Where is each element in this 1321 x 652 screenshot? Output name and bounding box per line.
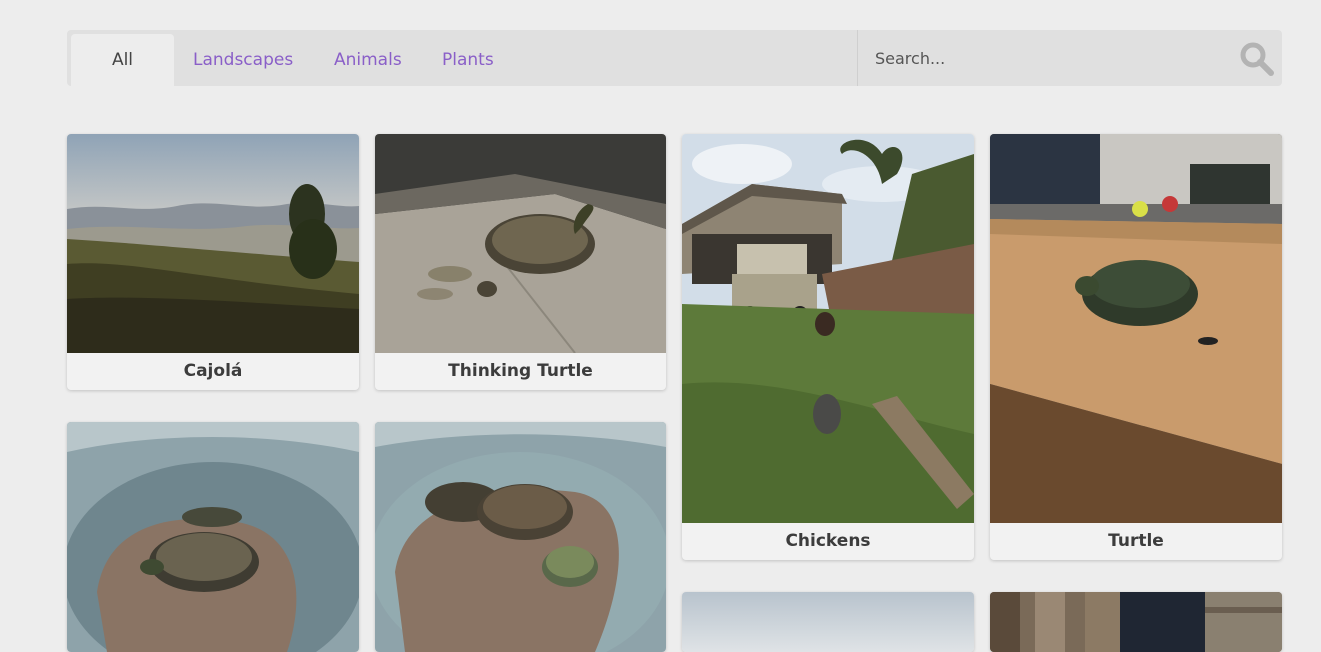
card-caption: Cajolá: [183, 361, 243, 381]
gallery-card[interactable]: Chickens: [682, 134, 974, 560]
search-input[interactable]: [858, 30, 1228, 86]
gallery-card[interactable]: [67, 422, 359, 652]
card-caption: [375, 615, 666, 652]
card-caption: [67, 615, 359, 652]
landscape-photo: [67, 134, 359, 353]
card-caption: [990, 615, 1282, 652]
tab-plants[interactable]: Plants: [442, 30, 494, 86]
gallery-card[interactable]: Thinking Turtle: [375, 134, 666, 390]
card-caption: Turtle: [1108, 531, 1164, 551]
gallery-card[interactable]: [682, 592, 974, 652]
gallery-card[interactable]: Cajolá: [67, 134, 359, 390]
filter-bar: All Landscapes Animals Plants: [67, 30, 1282, 86]
card-caption: Chickens: [785, 531, 871, 551]
gallery-card[interactable]: [375, 422, 666, 652]
tab-animals[interactable]: Animals: [334, 30, 402, 86]
farm-chickens-photo: [682, 134, 974, 523]
search-box: [857, 30, 1282, 86]
gallery-card[interactable]: Turtle: [990, 134, 1282, 560]
card-caption: [682, 615, 974, 652]
turtle-photo: [375, 134, 666, 353]
card-caption: Thinking Turtle: [448, 361, 593, 381]
search-icon[interactable]: [1239, 41, 1275, 77]
tab-all[interactable]: All: [71, 34, 174, 86]
turtle-on-table-photo: [990, 134, 1282, 523]
gallery-card[interactable]: [990, 592, 1282, 652]
tab-landscapes[interactable]: Landscapes: [193, 30, 293, 86]
